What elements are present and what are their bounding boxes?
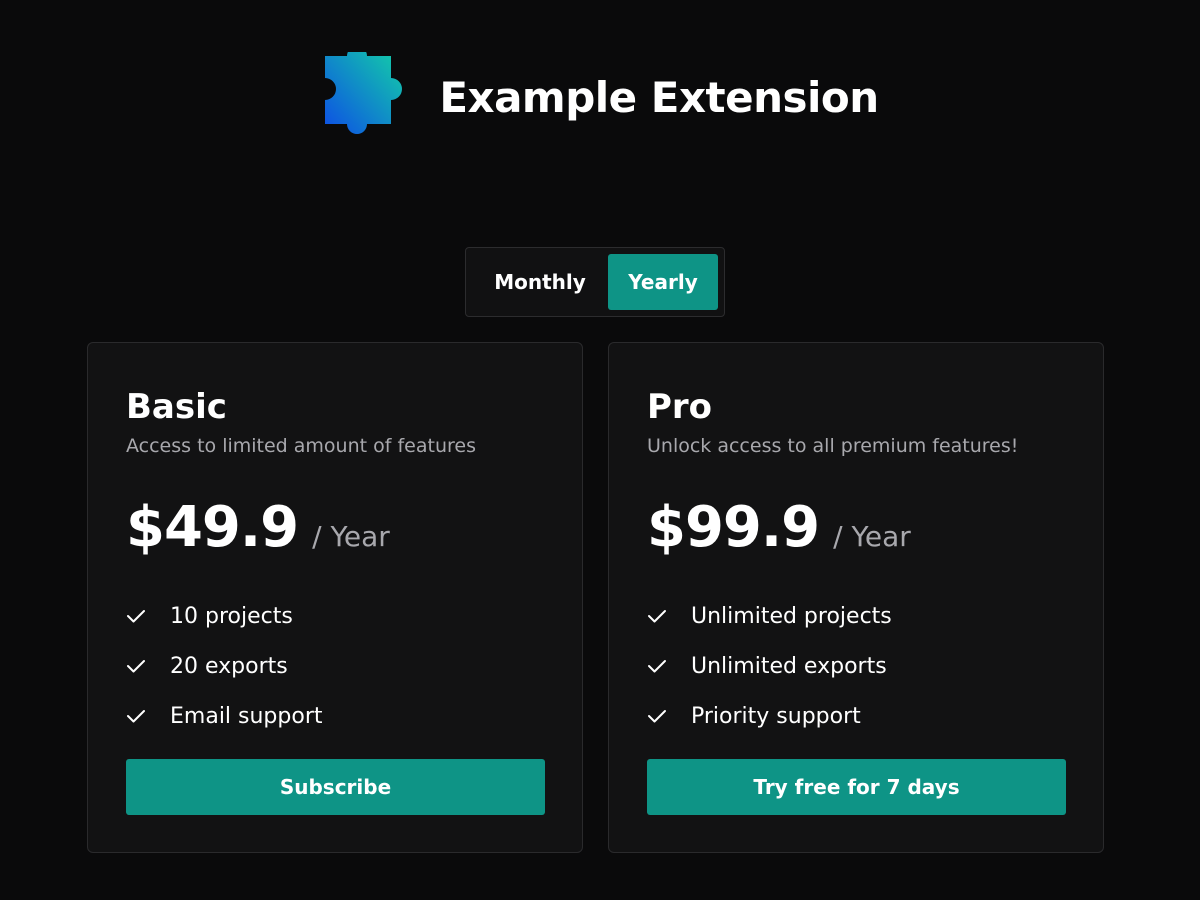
billing-period-toggle: Monthly Yearly [465,247,725,317]
app-title: Example Extension [439,72,879,122]
plan-card-pro: Pro Unlock access to all premium feature… [608,342,1104,853]
plan-name: Pro [647,387,713,427]
feature-label: 10 projects [170,603,293,629]
feature-item: Email support [126,691,323,741]
plan-price: $49.9 [126,495,299,560]
feature-label: Email support [170,703,323,729]
plan-description: Unlock access to all premium features! [647,435,1019,457]
plan-card-basic: Basic Access to limited amount of featur… [87,342,583,853]
subscribe-button[interactable]: Subscribe [126,759,545,815]
feature-item: 20 exports [126,641,323,691]
plan-name: Basic [126,387,227,427]
feature-item: Unlimited projects [647,591,892,641]
check-icon [647,658,669,674]
puzzle-piece-icon [321,52,409,142]
plan-period: / Year [312,520,390,553]
feature-list: 10 projects 20 exports Email support [126,591,323,741]
feature-item: 10 projects [126,591,323,641]
check-icon [126,608,148,624]
price-row: $99.9 / Year [647,495,911,560]
feature-label: 20 exports [170,653,288,679]
check-icon [647,608,669,624]
plan-period: / Year [833,520,911,553]
feature-list: Unlimited projects Unlimited exports Pri… [647,591,892,741]
feature-item: Priority support [647,691,892,741]
price-row: $49.9 / Year [126,495,390,560]
feature-item: Unlimited exports [647,641,892,691]
check-icon [126,658,148,674]
plan-description: Access to limited amount of features [126,435,476,457]
yearly-toggle-button[interactable]: Yearly [608,254,718,310]
monthly-toggle-button[interactable]: Monthly [472,254,608,310]
feature-label: Unlimited exports [691,653,887,679]
try-free-button[interactable]: Try free for 7 days [647,759,1066,815]
check-icon [126,708,148,724]
plan-price: $99.9 [647,495,820,560]
app-header: Example Extension [0,52,1200,142]
feature-label: Priority support [691,703,861,729]
feature-label: Unlimited projects [691,603,892,629]
check-icon [647,708,669,724]
